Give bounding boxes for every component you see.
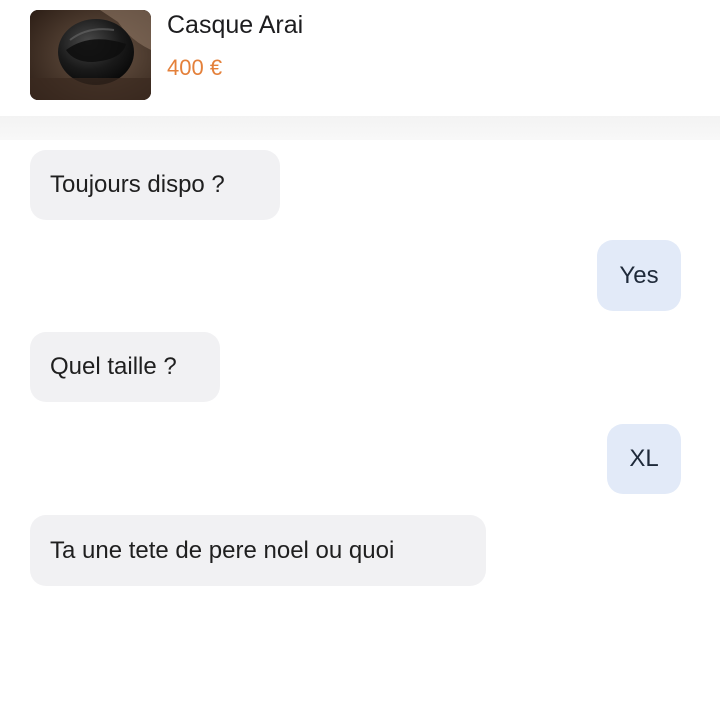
listing-thumbnail[interactable] — [30, 10, 151, 100]
header-divider — [0, 116, 720, 140]
message-bubble-received: Toujours dispo ? — [30, 150, 280, 220]
helmet-photo-icon — [30, 10, 151, 100]
listing-title[interactable]: Casque Arai — [167, 11, 303, 40]
message-text: Yes — [619, 262, 659, 289]
message-bubble-sent: XL — [607, 424, 681, 494]
message-text: Toujours dispo ? — [50, 171, 225, 198]
message-text: Quel taille ? — [50, 353, 177, 380]
message-bubble-received: Ta une tete de pere noel ou quoi — [30, 515, 486, 586]
message-bubble-received: Quel taille ? — [30, 332, 220, 402]
message-text: Ta une tete de pere noel ou quoi — [50, 537, 395, 564]
conversation-screen: Casque Arai 400 € Toujours dispo ? Yes Q… — [0, 0, 720, 713]
message-text: XL — [629, 445, 659, 472]
listing-header[interactable]: Casque Arai 400 € — [0, 0, 720, 118]
message-list[interactable]: Toujours dispo ? Yes Quel taille ? XL Ta… — [0, 140, 720, 713]
message-bubble-sent: Yes — [597, 240, 681, 311]
listing-price: 400 € — [167, 55, 223, 80]
